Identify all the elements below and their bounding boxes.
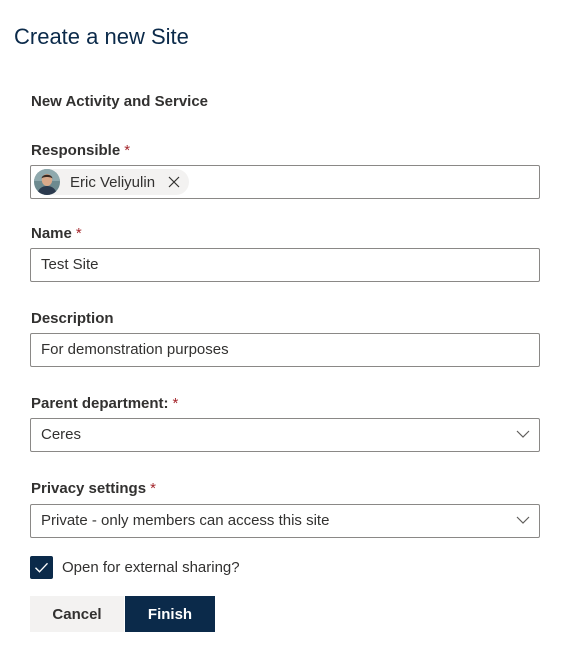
finish-button[interactable]: Finish xyxy=(125,596,215,632)
privacy-settings-dropdown[interactable]: Private - only members can access this s… xyxy=(30,504,540,538)
close-icon xyxy=(168,176,180,188)
parent-department-dropdown[interactable]: Ceres xyxy=(30,418,540,452)
required-marker: * xyxy=(150,480,156,497)
chevron-down-icon xyxy=(516,516,530,524)
name-field[interactable]: Test Site xyxy=(30,248,540,282)
privacy-settings-selected: Private - only members can access this s… xyxy=(41,512,330,529)
cancel-button[interactable]: Cancel xyxy=(30,596,124,632)
external-sharing-label[interactable]: Open for external sharing? xyxy=(62,558,240,578)
required-marker: * xyxy=(172,395,179,412)
checkmark-icon xyxy=(35,562,49,573)
required-marker: * xyxy=(75,225,82,242)
description-label: Description xyxy=(31,309,114,329)
description-label-text: Description xyxy=(31,310,114,327)
parent-department-label: Parent department: * xyxy=(31,394,178,414)
name-field-value: Test Site xyxy=(41,256,99,273)
parent-department-selected: Ceres xyxy=(41,426,82,443)
external-sharing-checkbox[interactable] xyxy=(30,556,53,579)
required-marker: * xyxy=(124,142,131,159)
chevron-down-icon xyxy=(516,430,530,438)
name-label-text: Name xyxy=(31,225,72,242)
responsible-label-text: Responsible xyxy=(31,142,121,159)
section-title: New Activity and Service xyxy=(31,93,209,110)
remove-person-button[interactable] xyxy=(165,173,183,191)
page-title: Create a new Site xyxy=(14,24,189,49)
description-field[interactable]: For demonstration purposes xyxy=(30,333,540,367)
persona-chip: Eric Veliyulin xyxy=(34,169,190,195)
responsible-people-picker[interactable]: Eric Veliyulin xyxy=(30,165,540,199)
name-label: Name * xyxy=(31,224,82,244)
responsible-label: Responsible * xyxy=(31,141,130,161)
privacy-settings-label-text: Privacy settings xyxy=(31,480,147,497)
parent-department-label-text: Parent department: xyxy=(31,395,169,412)
persona-name: Eric Veliyulin xyxy=(70,173,156,191)
avatar xyxy=(34,169,60,195)
privacy-settings-label: Privacy settings * xyxy=(31,479,156,499)
description-field-value: For demonstration purposes xyxy=(41,341,229,358)
